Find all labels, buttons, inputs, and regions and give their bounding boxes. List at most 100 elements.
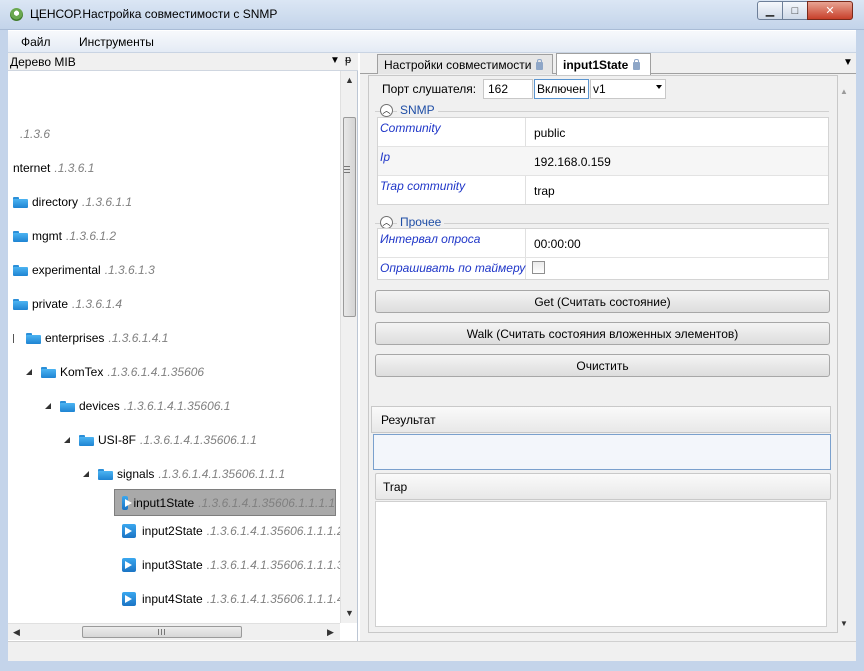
tree-item-input4state[interactable]: input4State .1.3.6.1.4.1.35606.1.1.1.4 bbox=[122, 588, 340, 610]
expanded-arrow-icon[interactable] bbox=[64, 437, 70, 443]
folder-icon bbox=[13, 230, 28, 242]
listener-state-toggle[interactable]: Включен bbox=[534, 79, 589, 99]
tree-item[interactable]: .1.3.6 bbox=[16, 123, 50, 145]
tree-item-private[interactable]: private .1.3.6.1.4 bbox=[13, 293, 122, 315]
pin-icon[interactable]: ᵽ bbox=[345, 54, 351, 66]
trap-header: Trap bbox=[375, 473, 831, 500]
prop-name: Trap community bbox=[380, 179, 466, 193]
leaf-arrow-icon bbox=[122, 558, 136, 572]
folder-icon bbox=[13, 264, 28, 276]
listener-row: Порт слушателя: 162 Включен v1 bbox=[375, 78, 828, 99]
result-header: Результат bbox=[371, 406, 831, 433]
maximize-icon: □ bbox=[791, 4, 799, 17]
other-group-title: Прочее bbox=[397, 215, 445, 229]
collapse-icon[interactable]: ︿ bbox=[380, 104, 393, 117]
expanded-arrow-icon[interactable] bbox=[26, 369, 32, 375]
minimize-button[interactable]: ▁ bbox=[757, 1, 783, 20]
tree-item-input1state[interactable]: input1State .1.3.6.1.4.1.35606.1.1.1.1 bbox=[114, 489, 336, 516]
leaf-arrow-icon bbox=[122, 592, 136, 606]
expanded-arrow-icon[interactable] bbox=[45, 403, 51, 409]
panel-dropdown-icon[interactable]: ▼ bbox=[330, 55, 340, 66]
tree-item-input2state[interactable]: input2State .1.3.6.1.4.1.35606.1.1.1.2 bbox=[122, 520, 340, 542]
tab-input1state[interactable]: input1State bbox=[556, 53, 651, 75]
trap-output[interactable] bbox=[375, 501, 827, 627]
tab-strip: Настройки совместимости input1State ▼ bbox=[360, 53, 856, 75]
prop-row-poll-interval[interactable]: Интервал опроса 00:00:00 bbox=[378, 229, 828, 258]
tree-item-mgmt[interactable]: mgmt .1.3.6.1.2 bbox=[13, 225, 116, 247]
expander-icon[interactable] bbox=[13, 333, 14, 343]
folder-icon bbox=[79, 434, 94, 446]
leaf-arrow-icon bbox=[122, 495, 132, 510]
expanded-arrow-icon[interactable] bbox=[83, 471, 89, 477]
tree-item-internet[interactable]: nternet .1.3.6.1 bbox=[13, 157, 94, 179]
maximize-button[interactable]: □ bbox=[782, 1, 808, 20]
scroll-left-icon[interactable]: ◀ bbox=[8, 624, 25, 641]
snmp-group-header: ︿ SNMP bbox=[375, 103, 829, 118]
panel-title: Дерево MIB bbox=[10, 55, 76, 69]
prop-name: Опрашивать по таймеру bbox=[380, 261, 526, 275]
menu-tools[interactable]: Инструменты bbox=[79, 35, 154, 49]
scroll-up-icon[interactable]: ▲ bbox=[341, 71, 358, 88]
result-title: Результат bbox=[381, 413, 436, 427]
scroll-down-icon[interactable]: ▼ bbox=[341, 604, 358, 621]
prop-name: Ip bbox=[380, 150, 391, 164]
tree-item-usi-8f[interactable]: USI-8F .1.3.6.1.4.1.35606.1.1 bbox=[64, 429, 257, 451]
prop-row-poll-by-timer[interactable]: Опрашивать по таймеру bbox=[378, 258, 828, 279]
tree-vertical-scrollbar[interactable]: ▲ ▼ bbox=[340, 71, 357, 623]
tree-item-devices[interactable]: devices .1.3.6.1.4.1.35606.1 bbox=[45, 395, 230, 417]
tree-item-input3state[interactable]: input3State .1.3.6.1.4.1.35606.1.1.1.3 bbox=[122, 554, 340, 576]
hscroll-grip-icon bbox=[158, 629, 165, 635]
trap-title: Trap bbox=[383, 480, 408, 494]
walk-button[interactable]: Walk (Считать состояния вложенных элемен… bbox=[375, 322, 830, 345]
poll-timer-checkbox[interactable] bbox=[532, 261, 545, 274]
status-bar bbox=[8, 641, 856, 661]
prop-value[interactable]: 00:00:00 bbox=[534, 237, 581, 251]
get-button[interactable]: Get (Считать состояние) bbox=[375, 290, 830, 313]
window-frame-left bbox=[0, 30, 8, 671]
other-properties: Интервал опроса 00:00:00 Опрашивать по т… bbox=[377, 228, 829, 280]
scroll-right-icon[interactable]: ▶ bbox=[322, 624, 339, 641]
clear-button[interactable]: Очистить bbox=[375, 354, 830, 377]
scroll-up-icon[interactable]: ▲ bbox=[840, 87, 848, 96]
prop-value[interactable]: 192.168.0.159 bbox=[534, 155, 611, 169]
listener-port-input[interactable]: 162 bbox=[483, 79, 533, 99]
content-scrollbar[interactable]: ▲ ▼ bbox=[838, 75, 850, 633]
folder-icon bbox=[41, 366, 56, 378]
title-bar: ЦЕНСОР.Настройка совместимости с SNMP ▁ … bbox=[0, 0, 864, 30]
tab-compat-settings[interactable]: Настройки совместимости bbox=[377, 54, 553, 74]
menu-file[interactable]: Файл bbox=[21, 35, 51, 49]
properties-panel: Настройки совместимости input1State ▼ По… bbox=[360, 53, 856, 641]
chevron-down-icon bbox=[656, 85, 662, 89]
tree-item-enterprises[interactable]: enterprises .1.3.6.1.4.1 bbox=[13, 327, 168, 349]
folder-icon bbox=[26, 332, 41, 344]
tab-overflow-icon[interactable]: ▼ bbox=[843, 57, 853, 68]
lock-icon bbox=[633, 58, 641, 70]
scroll-thumb[interactable] bbox=[343, 117, 356, 317]
prop-name: Community bbox=[380, 121, 441, 135]
close-button[interactable]: ✕ bbox=[807, 1, 853, 20]
other-group: ︿ Прочее Интервал опроса 00:00:00 Опраши… bbox=[375, 215, 829, 284]
prop-value[interactable]: trap bbox=[534, 184, 555, 198]
prop-value[interactable]: public bbox=[534, 126, 565, 140]
window-frame-bottom bbox=[0, 661, 864, 671]
snmp-group-title: SNMP bbox=[397, 103, 438, 117]
prop-row-trap-community[interactable]: Trap community trap bbox=[378, 176, 828, 205]
tree-horizontal-scrollbar[interactable]: ◀ ▶ bbox=[8, 623, 340, 640]
scroll-down-icon[interactable]: ▼ bbox=[840, 619, 848, 628]
snmp-group: ︿ SNMP Community public Ip 192.168.0.159… bbox=[375, 103, 829, 216]
folder-icon bbox=[13, 196, 28, 208]
tree-item-signals[interactable]: signals .1.3.6.1.4.1.35606.1.1.1 bbox=[83, 463, 285, 485]
tree-item-directory[interactable]: directory .1.3.6.1.1 bbox=[13, 191, 132, 213]
prop-row-ip[interactable]: Ip 192.168.0.159 bbox=[378, 147, 828, 176]
snmp-version-select[interactable]: v1 bbox=[590, 79, 666, 99]
mib-tree-panel: Дерево MIB ▼ ᵽ .1.3.6 nternet .1.3.6.1 di… bbox=[8, 53, 358, 641]
tree-item-experimental[interactable]: experimental .1.3.6.1.3 bbox=[13, 259, 155, 281]
leaf-arrow-icon bbox=[122, 524, 136, 538]
hscroll-thumb[interactable] bbox=[82, 626, 242, 638]
result-output[interactable] bbox=[373, 434, 831, 470]
folder-icon bbox=[60, 400, 75, 412]
tree-item-komtex[interactable]: KomTex .1.3.6.1.4.1.35606 bbox=[26, 361, 204, 383]
prop-row-community[interactable]: Community public bbox=[378, 118, 828, 147]
minimize-icon: ▁ bbox=[765, 5, 775, 17]
app-icon bbox=[10, 8, 23, 21]
